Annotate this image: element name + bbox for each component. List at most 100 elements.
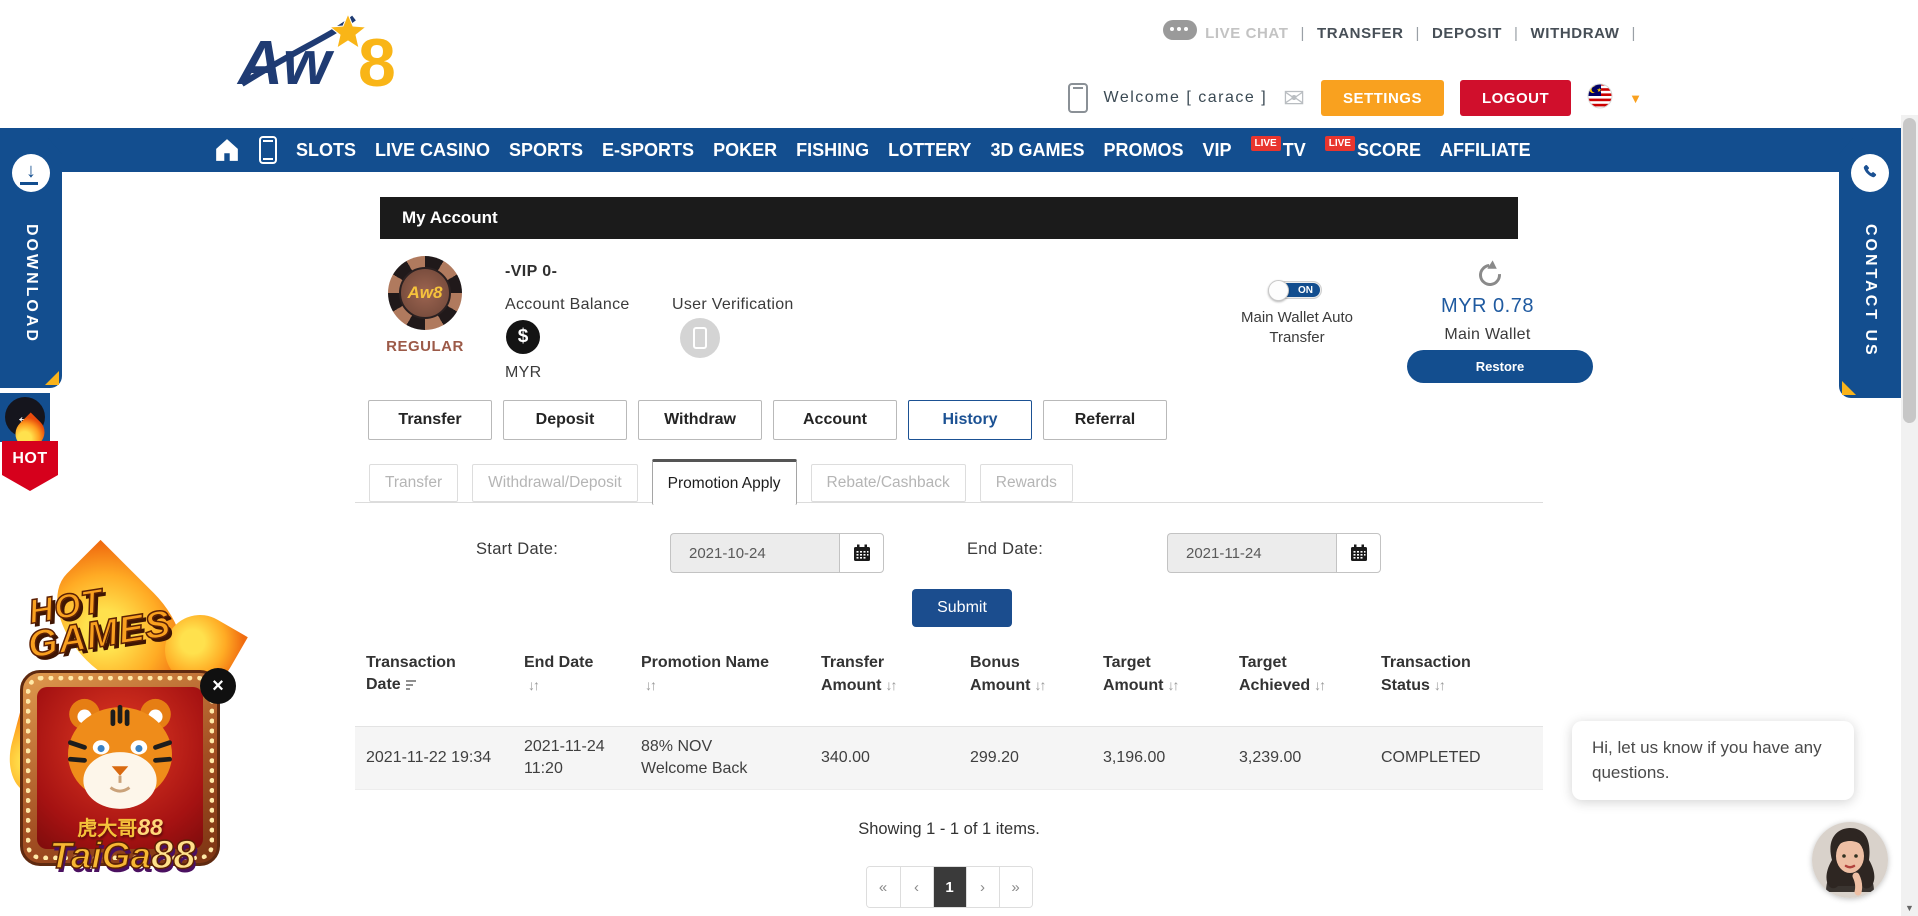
nav-item-lottery[interactable]: LOTTERY [888,140,971,161]
banner-brand-text: TaiGa88 [15,835,230,875]
nav-item-sports[interactable]: SPORTS [509,140,583,161]
cell-bonus-amount: 299.20 [970,747,1103,769]
language-dropdown-caret[interactable]: ▼ [1629,91,1642,106]
nav-item-slots[interactable]: SLOTS [296,140,356,161]
page-last[interactable]: » [999,867,1032,907]
cell-transfer-amount: 340.00 [821,747,970,769]
end-date-group [1167,533,1381,573]
divider: | [1514,25,1519,42]
download-icon: ↓ [12,154,50,192]
page-next[interactable]: › [966,867,999,907]
header-quick-links: LIVE CHAT | TRANSFER | DEPOSIT | WITHDRA… [1163,20,1636,46]
header-account-row: Welcome [ carace ] ✉ SETTINGS LOGOUT ★ ▼ [1068,80,1643,116]
page-1[interactable]: 1 [933,867,966,907]
mobile-nav-icon[interactable] [259,136,277,164]
live-badge: LIVE [1251,136,1281,151]
submit-button[interactable]: Submit [912,589,1012,627]
transfer-link[interactable]: TRANSFER [1317,25,1403,42]
tab-referral[interactable]: Referral [1043,400,1167,440]
divider: | [1416,25,1421,42]
nav-item-score[interactable]: LIVE SCORE [1325,140,1421,161]
banner-close-button[interactable]: × [200,668,236,704]
start-date-group [670,533,884,573]
page-title: My Account [380,197,1518,239]
sort-icon[interactable]: ↓↑ [1314,677,1324,693]
toggle-knob[interactable] [1268,280,1289,301]
page-prev[interactable]: ‹ [900,867,933,907]
settings-button[interactable]: SETTINGS [1321,80,1444,116]
tiger-image: 虎大哥88 [37,687,203,849]
nav-item-poker[interactable]: POKER [713,140,777,161]
tab-transfer[interactable]: Transfer [368,400,492,440]
phone-verification-icon[interactable] [680,318,720,358]
sort-icon[interactable]: ↓↑ [1434,677,1444,693]
start-date-calendar-button[interactable] [839,533,884,573]
tab-deposit[interactable]: Deposit [503,400,627,440]
col-bonus-amount[interactable]: Bonus Amount↓↑ [970,652,1103,697]
tab-withdraw[interactable]: Withdraw [638,400,762,440]
aw8-logo[interactable]: Aw 8 [236,12,466,101]
subtab-withdrawal-deposit[interactable]: Withdrawal/Deposit [472,464,638,502]
divider [355,502,1543,503]
scrollbar-down-arrow[interactable]: ▼ [1901,903,1918,913]
page-first[interactable]: « [867,867,900,907]
deposit-link[interactable]: DEPOSIT [1432,25,1502,42]
live-chat-link[interactable]: LIVE CHAT [1163,20,1288,46]
col-transfer-amount[interactable]: Transfer Amount↓↑ [821,652,970,697]
svg-text:8: 8 [358,25,396,96]
subtab-rebate-cashback[interactable]: Rebate/Cashback [811,464,966,502]
end-date-input[interactable] [1167,533,1336,573]
sort-icon[interactable]: ↓↑ [645,677,655,693]
tab-account[interactable]: Account [773,400,897,440]
nav-item-tv[interactable]: LIVE TV [1251,140,1306,161]
end-date-calendar-button[interactable] [1336,533,1381,573]
hot-games-banner[interactable]: HOT GAMES [15,585,230,913]
hot-badge[interactable]: HOT [2,441,58,491]
table-row: 2021-11-22 19:34 2021-11-2411:20 88% NOV… [355,726,1543,790]
mobile-icon [1068,83,1088,113]
restore-button[interactable]: Restore [1407,350,1593,383]
nav-item-fishing[interactable]: FISHING [796,140,869,161]
scrollbar-thumb[interactable] [1903,118,1916,423]
contact-us-tab[interactable]: CONTACT US [1839,138,1901,398]
tab-history[interactable]: History [908,400,1032,440]
nav-item-promos[interactable]: PROMOS [1103,140,1183,161]
nav-item-affiliate[interactable]: AFFILIATE [1440,140,1531,161]
mail-icon[interactable]: ✉ [1283,85,1305,111]
col-target-achieved[interactable]: Target Achieved↓↑ [1239,652,1381,697]
col-transaction-status[interactable]: Transaction Status↓↑ [1381,652,1543,697]
main-navigation: SLOTS LIVE CASINO SPORTS E-SPORTS POKER … [0,128,1918,172]
sort-icon[interactable]: ↓↑ [1167,677,1177,693]
withdraw-link[interactable]: WITHDRAW [1531,25,1620,42]
col-target-amount[interactable]: Target Amount↓↑ [1103,652,1239,697]
logout-button[interactable]: LOGOUT [1460,80,1571,116]
sort-icon[interactable]: ↓↑ [885,677,895,693]
sort-desc-icon[interactable] [406,680,416,690]
malaysia-flag-icon[interactable]: ★ [1587,83,1613,114]
subtab-rewards[interactable]: Rewards [980,464,1073,502]
home-icon[interactable] [214,138,240,162]
divider: | [1632,25,1637,42]
start-date-label: Start Date: [476,540,558,559]
pagination: « ‹ 1 › » [355,866,1543,908]
cell-target-achieved: 3,239.00 [1239,747,1381,769]
nav-item-live-casino[interactable]: LIVE CASINO [375,140,490,161]
col-end-date[interactable]: End Date ↓↑ [524,652,641,697]
col-transaction-date[interactable]: Transaction Date [366,652,524,697]
nav-item-esports[interactable]: E-SPORTS [602,140,694,161]
scrollbar[interactable]: ▼ [1901,115,1918,916]
sort-icon[interactable]: ↓↑ [528,677,538,693]
subtab-promotion-apply[interactable]: Promotion Apply [652,459,797,505]
chat-bubble-icon [1163,20,1197,46]
download-tab[interactable]: ↓ DOWNLOAD [0,138,62,388]
nav-item-vip[interactable]: VIP [1202,140,1231,161]
corner-triangle [1842,381,1856,395]
sort-icon[interactable]: ↓↑ [1034,677,1044,693]
nav-item-3d-games[interactable]: 3D GAMES [990,140,1084,161]
livechat-agent-avatar[interactable] [1812,822,1888,898]
refresh-balance-icon[interactable] [1477,262,1503,288]
col-promotion-name[interactable]: Promotion Name ↓↑ [641,652,821,697]
subtab-transfer[interactable]: Transfer [369,464,458,502]
auto-transfer-toggle[interactable]: ON [1270,281,1322,299]
start-date-input[interactable] [670,533,839,573]
